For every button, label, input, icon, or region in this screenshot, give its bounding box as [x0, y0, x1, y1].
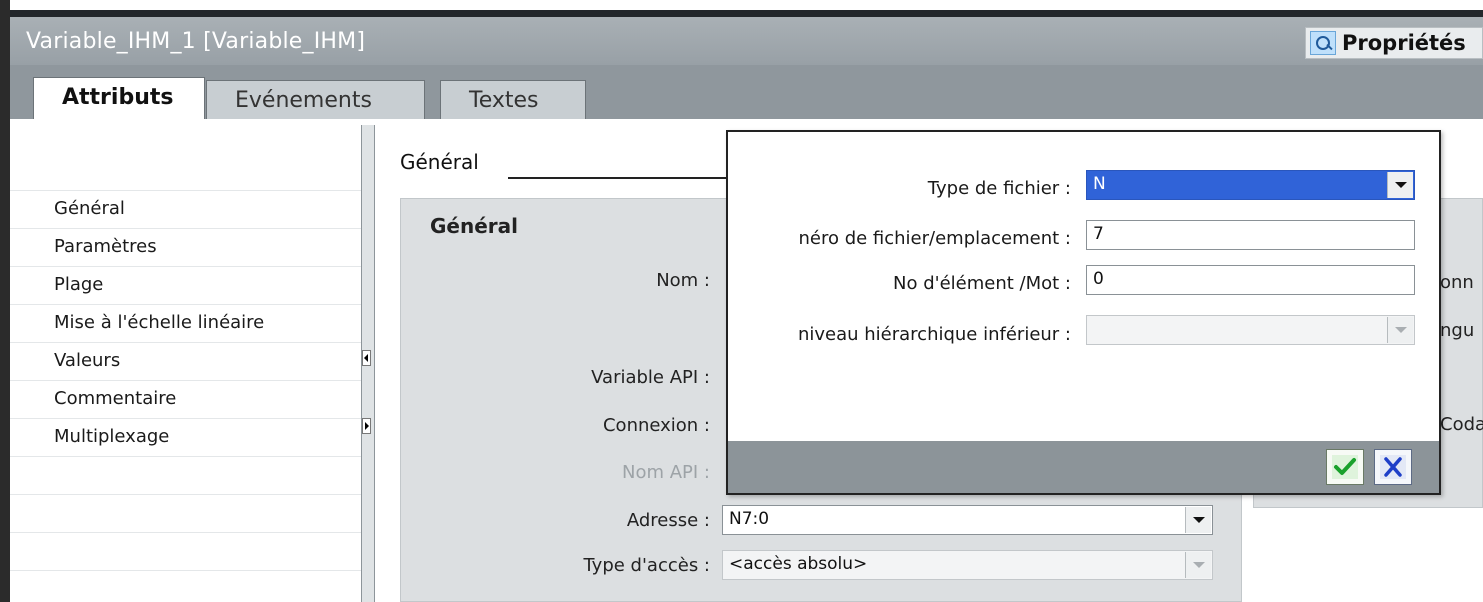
sidebar-row	[10, 119, 361, 191]
file-type-value: N	[1093, 174, 1106, 194]
sidebar-item-valeurs[interactable]: Valeurs	[54, 350, 120, 371]
close-icon	[1380, 455, 1406, 479]
right-panel-text: ngu	[1440, 320, 1475, 341]
access-type-value: <accès absolu>	[729, 554, 868, 574]
access-type-label: Type d'accès :	[583, 555, 710, 576]
sidebar-row	[10, 457, 361, 495]
section-title: Général	[400, 150, 479, 174]
sidebar-item-parametres[interactable]: Paramètres	[54, 236, 157, 257]
top-frame-line	[0, 10, 1483, 17]
checkmark-icon	[1332, 455, 1358, 479]
file-type-dropdown[interactable]: N	[1086, 170, 1415, 200]
sublevel-dropdown	[1086, 315, 1415, 345]
element-input[interactable]: 0	[1086, 265, 1415, 295]
group-title: Général	[430, 214, 518, 238]
right-panel-text: Coda	[1440, 414, 1483, 435]
plc-variable-label: Variable API :	[591, 367, 710, 388]
sidebar-nav: Général Paramètres Plage Mise à l'échell…	[10, 119, 361, 602]
sidebar-item-plage[interactable]: Plage	[54, 274, 103, 295]
sidebar-item-commentaire[interactable]: Commentaire	[54, 388, 176, 409]
tab-strip: Attributs Evénements Textes	[10, 65, 1483, 119]
expand-right-icon[interactable]	[362, 418, 371, 434]
sidebar-item-mise-a-lechelle[interactable]: Mise à l'échelle linéaire	[54, 312, 264, 333]
address-editor-popup: Type de fichier : N néro de fichier/empl…	[726, 130, 1441, 495]
collapse-left-icon[interactable]	[362, 350, 371, 366]
popup-footer	[728, 441, 1439, 493]
name-label: Nom :	[656, 270, 710, 291]
plc-name-label: Nom API :	[622, 462, 710, 483]
inspector-title-bar: Variable_IHM_1 [Variable_IHM] Propriétés	[10, 17, 1483, 65]
file-number-value: 7	[1093, 224, 1104, 244]
address-label: Adresse :	[626, 510, 710, 531]
properties-icon	[1310, 31, 1336, 55]
address-dropdown[interactable]: N7:0	[722, 505, 1213, 535]
tab-attributs[interactable]: Attributs	[33, 77, 205, 119]
sidebar-item-general[interactable]: Général	[54, 198, 125, 219]
properties-label: Propriétés	[1342, 31, 1466, 55]
section-divider	[508, 177, 728, 179]
sidebar-row	[10, 533, 361, 571]
sublevel-label: niveau hiérarchique inférieur :	[797, 324, 1071, 345]
sidebar-item-multiplexage[interactable]: Multiplexage	[54, 426, 169, 447]
chevron-down-icon[interactable]	[1185, 507, 1211, 533]
cancel-button[interactable]	[1374, 449, 1412, 485]
file-number-label: néro de fichier/emplacement :	[798, 228, 1071, 249]
chevron-down-icon[interactable]	[1387, 172, 1413, 198]
file-number-input[interactable]: 7	[1086, 220, 1415, 250]
chevron-down-icon	[1387, 317, 1413, 343]
element-label: No d'élément /Mot :	[893, 273, 1071, 294]
tab-evenements[interactable]: Evénements	[206, 80, 425, 119]
confirm-button[interactable]	[1326, 449, 1364, 485]
tab-textes[interactable]: Textes	[440, 80, 586, 119]
sidebar-row	[10, 571, 361, 602]
left-frame	[0, 0, 10, 602]
address-value: N7:0	[729, 509, 770, 529]
window-title: Variable_IHM_1 [Variable_IHM]	[26, 29, 366, 54]
access-type-dropdown: <accès absolu>	[722, 550, 1213, 580]
right-panel-text: onn	[1440, 272, 1474, 293]
connection-label: Connexion :	[602, 415, 710, 436]
file-type-label: Type de fichier :	[927, 178, 1071, 199]
chevron-down-icon	[1185, 552, 1211, 578]
properties-button[interactable]: Propriétés	[1305, 27, 1483, 59]
sidebar-row	[10, 495, 361, 533]
element-value: 0	[1093, 269, 1104, 289]
